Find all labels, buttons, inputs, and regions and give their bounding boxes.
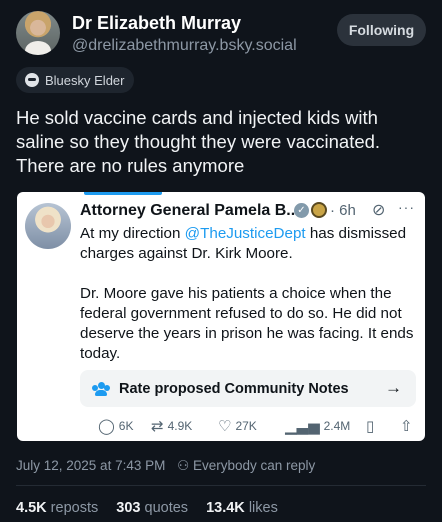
community-notes-icon	[92, 381, 110, 396]
reply-setting: ⚇ Everybody can reply	[177, 458, 315, 473]
like-action: ♡ 27K	[218, 417, 257, 435]
bluesky-elder-icon	[25, 73, 39, 87]
quote-text-prefix: At my direction	[80, 225, 185, 242]
views-count: 2.4M	[323, 419, 351, 433]
post-text: He sold vaccine cards and injected kids …	[16, 107, 381, 176]
arrow-right-icon: →	[385, 378, 402, 397]
reposts-count: 4.5K	[16, 500, 47, 516]
quote-body: At my direction @TheJusticeDept has dism…	[80, 224, 416, 384]
people-icon: ⚇	[177, 458, 190, 473]
reply-action: ◯ 6K	[98, 417, 133, 435]
author-handle[interactable]: @drelizabethmurray.bsky.social	[72, 37, 297, 55]
quote-accent-bar	[84, 192, 162, 195]
quote-paragraph-1: At my direction @TheJusticeDept has dism…	[80, 224, 416, 264]
quotes-stat[interactable]: 303 quotes	[116, 500, 188, 516]
reply-setting-label: Everybody can reply	[192, 458, 316, 473]
quoted-post-screenshot[interactable]: Attorney General Pamela B... ✓ · 6h ⊘ ··…	[17, 192, 425, 441]
quote-paragraph-2: Dr. Moore gave his patients a choice whe…	[80, 285, 414, 362]
share-icon: ⇧	[400, 418, 413, 435]
bookmark-action: ▯	[366, 417, 374, 435]
post-meta: July 12, 2025 at 7:43 PM ⚇ Everybody can…	[16, 458, 315, 474]
heart-icon: ♡	[218, 418, 232, 435]
repost-count: 4.9K	[167, 419, 193, 433]
reply-icon: ◯	[98, 418, 115, 435]
likes-count: 13.4K	[206, 500, 245, 516]
quotes-count: 303	[116, 500, 141, 516]
post-stats: 4.5K reposts 303 quotes 13.4K likes	[16, 500, 292, 516]
repost-action: ⇄ 4.9K	[151, 417, 192, 435]
bookmark-icon: ▯	[366, 418, 375, 435]
likes-label: likes	[248, 500, 278, 516]
badge-label: Bluesky Elder	[45, 72, 125, 88]
post-timestamp[interactable]: July 12, 2025 at 7:43 PM	[16, 458, 165, 473]
likes-stat[interactable]: 13.4K likes	[206, 500, 278, 516]
quote-author-avatar	[25, 203, 71, 249]
views-action: ▁▃▅ 2.4M	[285, 417, 350, 435]
verified-badge-icon: ✓	[294, 203, 309, 218]
reposts-label: reposts	[50, 500, 99, 516]
bluesky-elder-badge[interactable]: Bluesky Elder	[16, 67, 135, 93]
views-icon: ▁▃▅	[285, 418, 320, 435]
repost-icon: ⇄	[151, 418, 164, 435]
following-button[interactable]: Following	[337, 14, 426, 46]
quote-action-bar: ◯ 6K ⇄ 4.9K ♡ 27K ▁▃▅ 2.4M ▯ ⇧	[80, 417, 424, 435]
divider	[16, 485, 426, 486]
reposts-stat[interactable]: 4.5K reposts	[16, 500, 98, 516]
mention-link: @TheJusticeDept	[184, 225, 306, 242]
author-avatar[interactable]	[16, 11, 60, 55]
reply-count: 6K	[118, 419, 134, 433]
grok-icon: ⊘	[372, 202, 386, 219]
like-count: 27K	[235, 419, 257, 433]
quote-author-name: Attorney General Pamela B...	[80, 202, 300, 219]
more-icon: ···	[398, 199, 415, 215]
quote-time: · 6h	[330, 202, 356, 219]
quotes-label: quotes	[144, 500, 189, 516]
share-action: ⇧	[400, 417, 413, 435]
government-seal-icon	[311, 202, 327, 218]
community-notes-label: Rate proposed Community Notes	[119, 380, 349, 397]
community-notes-box: Rate proposed Community Notes →	[80, 370, 416, 407]
author-name[interactable]: Dr Elizabeth Murray	[72, 13, 241, 34]
